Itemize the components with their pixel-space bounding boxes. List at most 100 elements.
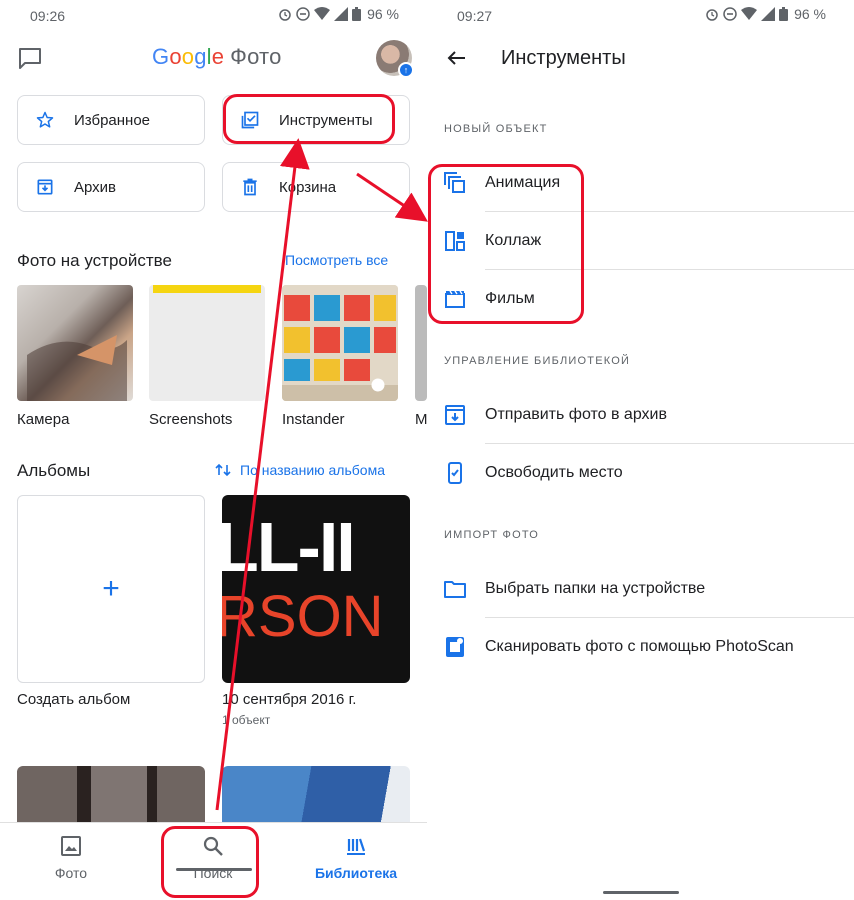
- tools-screen: 09:27 96 % Инструменты НОВЫЙ ОБЪЕКТ Аним…: [427, 0, 854, 900]
- tool-photoscan[interactable]: Сканировать фото с помощью PhotoScan: [427, 618, 854, 676]
- sort-albums-label: По названию альбома: [240, 462, 385, 478]
- dnd-icon: [296, 7, 310, 21]
- tool-movie[interactable]: Фильм: [427, 270, 854, 328]
- wifi-icon: [741, 7, 758, 20]
- tool-free-space[interactable]: Освободить место: [427, 444, 854, 502]
- photo-icon: [61, 836, 81, 856]
- gesture-bar[interactable]: [603, 891, 679, 894]
- trash-label: Корзина: [279, 178, 337, 196]
- collage-icon: [443, 229, 467, 253]
- animation-icon: [443, 171, 467, 195]
- tools-icon: [239, 109, 261, 131]
- logo-letter: G: [152, 44, 170, 69]
- archive-label: Архив: [74, 178, 117, 196]
- tool-free-space-label: Освободить место: [485, 464, 623, 481]
- create-album-label: Создать альбом: [17, 691, 131, 708]
- tool-collage[interactable]: Коллаж: [427, 212, 854, 270]
- status-time: 09:26: [30, 8, 66, 24]
- nav-photos-label: Фото: [54, 865, 88, 881]
- nav-photos[interactable]: Фото: [11, 833, 131, 881]
- backup-badge-icon: ↑: [398, 62, 414, 78]
- folder-label-more: M: [415, 411, 427, 428]
- add-icon: +: [102, 572, 120, 605]
- google-photos-logo: Go o g l e Фото: [152, 44, 282, 70]
- folder-thumb-instander[interactable]: [282, 285, 398, 401]
- folder-icon: [443, 577, 467, 601]
- album-card-poster[interactable]: LL-II RSON: [222, 495, 410, 683]
- sort-icon: [215, 463, 231, 477]
- battery-percent: 96 %: [367, 6, 399, 22]
- album-count: 1 объект: [222, 713, 271, 727]
- battery-icon: [352, 7, 362, 21]
- status-bar: 09:27 96 %: [427, 0, 854, 32]
- status-time: 09:27: [457, 8, 493, 24]
- create-album-card[interactable]: +: [17, 495, 205, 683]
- tool-archive[interactable]: Отправить фото в архив: [427, 386, 854, 444]
- status-bar: 09:26 96 %: [0, 0, 427, 32]
- search-icon: [203, 836, 223, 856]
- chat-icon[interactable]: [16, 44, 44, 72]
- battery-percent: 96 %: [794, 6, 826, 22]
- tool-choose-folders-label: Выбрать папки на устройстве: [485, 580, 706, 597]
- folder-label-screenshots: Screenshots: [149, 411, 233, 428]
- folder-thumb-camera[interactable]: [17, 285, 133, 401]
- device-photos-title: Фото на устройстве: [17, 251, 172, 270]
- tool-movie-label: Фильм: [485, 290, 535, 307]
- logo-letter: o: [169, 44, 182, 69]
- favorites-chip[interactable]: Избранное: [17, 95, 205, 145]
- logo-letter: g: [194, 44, 207, 69]
- nav-library-label: Библиотека: [314, 865, 398, 881]
- movie-icon: [443, 287, 467, 311]
- tool-collage-label: Коллаж: [485, 232, 542, 249]
- photos-library-screen: 09:26 96 % Go o g l e Фото ↑ Избранное Инстру…: [0, 0, 427, 900]
- logo-letter: e: [211, 44, 225, 69]
- tool-animation[interactable]: Анимация: [427, 154, 854, 212]
- poster-text-bottom: RSON: [222, 584, 384, 649]
- tool-animation-label: Анимация: [485, 174, 561, 191]
- nav-search[interactable]: Поиск: [153, 833, 273, 881]
- free-space-icon: [443, 461, 467, 485]
- tools-chip[interactable]: Инструменты: [222, 95, 410, 145]
- see-all-link[interactable]: Посмотреть все: [285, 252, 388, 268]
- section-new-object: НОВЫЙ ОБЪЕКТ: [444, 123, 548, 135]
- bottom-nav: Фото Поиск Библиотека: [0, 822, 427, 900]
- album-thumb-1[interactable]: [17, 766, 205, 826]
- favorites-label: Избранное: [74, 111, 151, 129]
- section-library-management: УПРАВЛЕНИЕ БИБЛИОТЕКОЙ: [444, 355, 631, 367]
- nav-library[interactable]: Библиотека: [296, 833, 416, 881]
- alarm-icon: [706, 9, 718, 21]
- status-icons: 96 %: [278, 6, 399, 22]
- trash-chip[interactable]: Корзина: [222, 162, 410, 212]
- alarm-icon: [279, 9, 291, 21]
- album-thumb-2[interactable]: [222, 766, 410, 826]
- logo-suffix: Фото: [230, 44, 282, 69]
- tool-choose-folders[interactable]: Выбрать папки на устройстве: [427, 560, 854, 618]
- tools-label: Инструменты: [279, 111, 373, 129]
- archive-icon: [443, 403, 467, 427]
- archive-chip[interactable]: Архив: [17, 162, 205, 212]
- poster-text-top: LL-II: [222, 508, 356, 586]
- battery-icon: [779, 7, 789, 21]
- albums-title: Альбомы: [17, 461, 91, 480]
- folder-label-camera: Камера: [17, 411, 70, 428]
- back-arrow-icon[interactable]: [443, 44, 471, 72]
- section-import: ИМПОРТ ФОТО: [444, 529, 540, 541]
- wifi-icon: [314, 7, 331, 20]
- signal-icon: [761, 7, 776, 21]
- logo-letter: o: [181, 44, 195, 69]
- status-icons: 96 %: [705, 6, 826, 22]
- trash-icon: [239, 176, 261, 198]
- album-title: 10 сентября 2016 г.: [222, 691, 357, 708]
- tool-archive-label: Отправить фото в архив: [485, 406, 667, 423]
- folder-thumb-more[interactable]: [415, 285, 427, 401]
- archive-icon: [34, 176, 56, 198]
- dnd-icon: [723, 7, 737, 21]
- tool-photoscan-label: Сканировать фото с помощью PhotoScan: [485, 638, 794, 655]
- library-icon: [347, 838, 366, 855]
- signal-icon: [334, 7, 349, 21]
- sort-albums-link[interactable]: По названию альбома: [215, 462, 385, 478]
- folder-thumb-screenshots[interactable]: [149, 285, 265, 401]
- gesture-bar[interactable]: [176, 868, 252, 871]
- folder-label-instander: Instander: [282, 411, 345, 428]
- star-icon: [34, 109, 56, 131]
